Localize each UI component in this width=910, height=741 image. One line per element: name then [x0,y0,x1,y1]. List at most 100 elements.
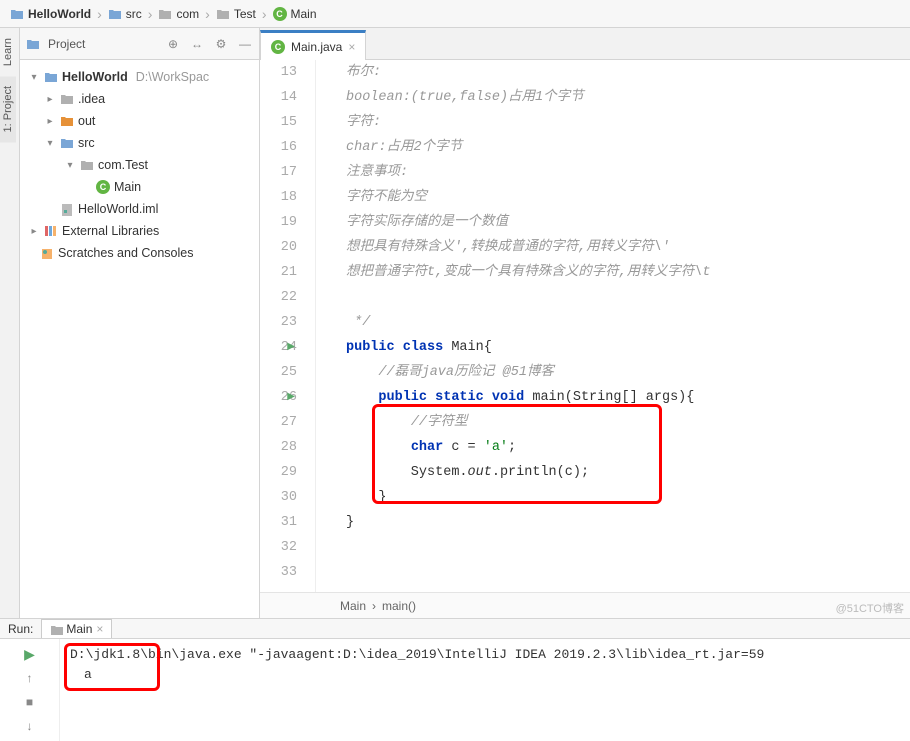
code-line[interactable] [346,535,910,560]
breadcrumb-bar: HelloWorld › src › com › Test › C Main [0,0,910,28]
class-icon: C [96,180,110,194]
locate-icon[interactable]: ⊕ [165,36,181,52]
run-tab-label: Main [66,622,92,636]
code-line[interactable]: //字符型 [346,410,910,435]
tree-label: .idea [78,92,105,106]
collapse-icon[interactable]: — [237,36,253,52]
module-icon [44,71,58,83]
stop-icon[interactable]: ■ [21,693,39,711]
code-line[interactable] [346,285,910,310]
tree-idea[interactable]: ▸ .idea [24,88,259,110]
tree-src[interactable]: ▾ src [24,132,259,154]
code-line[interactable]: char:占用2个字节 [346,135,910,160]
folder-icon [158,8,172,20]
tree-label: Main [114,180,141,194]
breadcrumb-label: com [176,7,199,21]
breadcrumb-test[interactable]: Test [212,5,260,23]
code-line[interactable]: } [346,510,910,535]
console-output-line: a [70,665,900,685]
code-line[interactable]: //磊哥java历险记 @51博客 [346,360,910,385]
project-panel: Project ⊕ ↔ ⚙ — ▾ HelloWorld D:\WorkSpac… [20,28,260,618]
editor-tab-main[interactable]: C Main.java × [260,30,366,60]
close-icon[interactable]: × [96,622,103,636]
tree-external-libs[interactable]: ▸ External Libraries [24,220,259,242]
chevron-down-icon[interactable]: ▾ [64,160,76,171]
tree-iml[interactable]: HelloWorld.iml [24,198,259,220]
breadcrumb-main[interactable]: C Main [269,5,321,23]
tree-scratches[interactable]: Scratches and Consoles [24,242,259,264]
code-line[interactable]: 字符: [346,110,910,135]
chevron-right-icon[interactable]: ▸ [44,116,56,127]
code-line[interactable]: 注意事项: [346,160,910,185]
breadcrumb-label: Test [234,7,256,21]
side-tab-learn[interactable]: Learn [0,28,16,76]
code-line[interactable]: char c = 'a'; [346,435,910,460]
main-area: Project ⊕ ↔ ⚙ — ▾ HelloWorld D:\WorkSpac… [20,28,910,618]
tree-label: HelloWorld.iml [78,202,158,216]
code-line[interactable]: } [346,485,910,510]
folder-icon [60,93,74,105]
editor-breadcrumb-class[interactable]: Main [340,599,366,613]
folder-icon [108,8,122,20]
code-line[interactable]: */ [346,310,910,335]
breadcrumb-com[interactable]: com [154,5,203,23]
project-tree[interactable]: ▾ HelloWorld D:\WorkSpac ▸ .idea ▸ out ▾… [20,60,259,618]
package-icon [80,159,94,171]
breadcrumb-src[interactable]: src [104,5,146,23]
tree-package[interactable]: ▾ com.Test [24,154,259,176]
side-tab-project[interactable]: 1: Project [0,76,16,142]
editor-panel: C Main.java × 131415161718192021222324▶2… [260,28,910,618]
run-label: Run: [8,622,33,636]
run-tools: ▶ ↑ ■ ↓ [0,639,60,741]
gear-icon[interactable]: ⚙ [213,36,229,52]
code-content[interactable]: 布尔:boolean:(true,false)占用1个字节字符:char:占用2… [316,60,910,592]
breadcrumb-root[interactable]: HelloWorld [6,5,95,23]
breadcrumb-sep: › [372,599,376,613]
editor-breadcrumb: Main › main() [260,592,910,618]
editor-breadcrumb-method[interactable]: main() [382,599,416,613]
code-area[interactable]: 131415161718192021222324▶2526▶2728293031… [260,60,910,592]
library-icon [44,224,58,238]
run-panel: Run: Main × ▶ ↑ ■ ↓ D:\jdk1.8\bin\java.e… [0,618,910,728]
breadcrumb-label: src [126,7,142,21]
run-config-icon [50,624,62,634]
tree-label: HelloWorld [62,70,128,84]
chevron-down-icon[interactable]: ▾ [28,72,40,83]
rerun-icon[interactable]: ▶ [21,645,39,663]
chevron-right-icon[interactable]: ▸ [28,226,40,237]
run-console[interactable]: D:\jdk1.8\bin\java.exe "-javaagent:D:\id… [60,639,910,741]
project-toolbar: Project ⊕ ↔ ⚙ — [20,28,259,60]
code-line[interactable]: 字符不能为空 [346,185,910,210]
code-line[interactable]: public static void main(String[] args){ [346,385,910,410]
expand-icon[interactable]: ↔ [189,36,205,52]
tree-label: com.Test [98,158,148,172]
folder-icon [216,8,230,20]
tree-out[interactable]: ▸ out [24,110,259,132]
run-tab-main[interactable]: Main × [41,619,112,638]
code-line[interactable]: public class Main{ [346,335,910,360]
project-toolbar-label: Project [48,37,85,51]
gutter: 131415161718192021222324▶2526▶2728293031… [260,60,316,592]
code-line[interactable]: 布尔: [346,60,910,85]
tree-root[interactable]: ▾ HelloWorld D:\WorkSpac [24,66,259,88]
editor-tabs: C Main.java × [260,28,910,60]
code-line[interactable]: 想把具有特殊含义',转换成普通的字符,用转义字符\' [346,235,910,260]
code-line[interactable] [346,560,910,585]
console-cmd-line: D:\jdk1.8\bin\java.exe "-javaagent:D:\id… [70,645,900,665]
code-line[interactable]: boolean:(true,false)占用1个字节 [346,85,910,110]
up-icon[interactable]: ↑ [21,669,39,687]
code-line[interactable]: System.out.println(c); [346,460,910,485]
tree-class-main[interactable]: C Main [24,176,259,198]
module-file-icon [60,203,74,215]
chevron-right-icon[interactable]: ▸ [44,94,56,105]
tree-label: Scratches and Consoles [58,246,194,260]
folder-icon [60,137,74,149]
code-line[interactable]: 字符实际存储的是一个数值 [346,210,910,235]
code-line[interactable]: 想把普通字符t,变成一个具有特殊含义的字符,用转义字符\t [346,260,910,285]
close-icon[interactable]: × [348,40,355,54]
chevron-down-icon[interactable]: ▾ [44,138,56,149]
folder-icon [60,115,74,127]
down-icon[interactable]: ↓ [21,717,39,735]
tree-path: D:\WorkSpac [136,70,209,84]
tree-label: out [78,114,95,128]
